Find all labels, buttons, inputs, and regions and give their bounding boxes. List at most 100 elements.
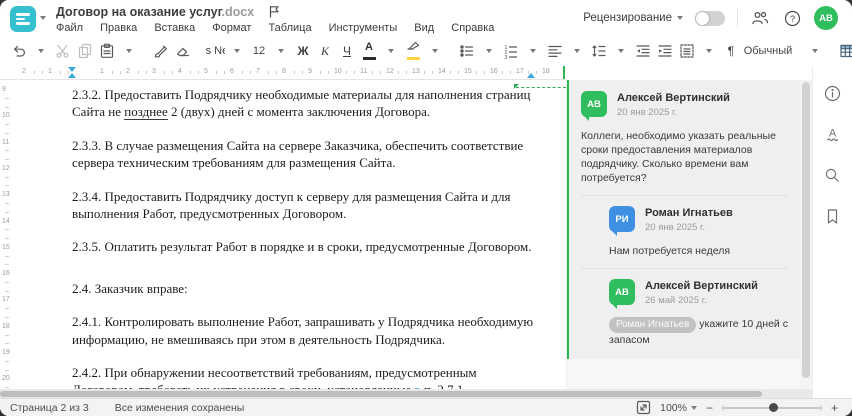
paragraph-2-3-5[interactable]: 2.3.5. Оплатить результат Работ в порядк… <box>72 238 537 255</box>
clear-style-button[interactable] <box>173 40 193 62</box>
review-mode-button[interactable]: Рецензирование <box>583 12 683 24</box>
toolbar: Times New ... 12 Ж К Ч А 123 <box>0 36 852 66</box>
page-number-label[interactable]: Страница 2 из 3 <box>10 402 89 414</box>
app-logo[interactable] <box>10 6 36 32</box>
decrease-indent-button[interactable] <box>633 40 653 62</box>
highlight-color-chevron-down-icon[interactable] <box>425 40 445 62</box>
zoom-out-button[interactable]: − <box>706 402 713 414</box>
line-spacing-chevron-down-icon[interactable] <box>611 40 631 62</box>
vertical-ruler[interactable]: 9 10 11 12 13 14 15 16 17 18 19 20 <box>0 80 15 389</box>
app-window: Договор на оказание услуг.docx Файл Прав… <box>0 0 852 416</box>
paragraph-2-3-4[interactable]: 2.3.4. Предоставить Подрядчику доступ к … <box>72 188 537 223</box>
show-paragraph-marks-button[interactable]: ¶ <box>721 40 741 62</box>
menu-item-tools[interactable]: Инструменты <box>329 22 398 34</box>
align-left-button[interactable] <box>545 40 565 62</box>
undo-button[interactable] <box>9 40 29 62</box>
fit-width-icon[interactable] <box>635 400 651 416</box>
mention-chip[interactable]: Роман Игнатьев <box>609 317 697 333</box>
zoom-slider[interactable] <box>721 403 822 412</box>
comment-reply[interactable]: РИ Роман Игнатьев 20 янв 2025 г. Нам пот… <box>609 206 788 258</box>
svg-text:?: ? <box>789 14 794 25</box>
reply-date: 20 янв 2025 г. <box>645 222 706 233</box>
paragraph-text: 2 (двух) дней с момента заключения Догов… <box>167 104 431 120</box>
comment-text: Коллеги, необходимо указать реальные сро… <box>581 130 776 184</box>
paragraph-style-chevron-down-icon[interactable] <box>805 40 825 62</box>
paragraph-borders-chevron-down-icon[interactable] <box>699 40 719 62</box>
line-spacing-button[interactable] <box>589 40 609 62</box>
menu-item-table[interactable]: Таблица <box>268 22 311 34</box>
numbered-list-button[interactable]: 123 <box>501 40 521 62</box>
vertical-scrollbar-thumb[interactable] <box>802 82 810 378</box>
cut-button[interactable] <box>53 40 73 62</box>
menu-item-help[interactable]: Справка <box>451 22 494 34</box>
document-page[interactable]: 2.3.2. Предоставить Подрядчику необходим… <box>14 80 566 389</box>
paragraph-style-select[interactable]: Обычный <box>744 40 793 62</box>
spellcheck-icon[interactable]: А <box>822 123 844 145</box>
bullet-list-chevron-down-icon[interactable] <box>479 40 499 62</box>
font-size-value: 12 <box>252 45 266 57</box>
paste-button[interactable] <box>97 40 117 62</box>
underline-button[interactable]: Ч <box>337 40 357 62</box>
paragraph-2-4-2[interactable]: 2.4.2. При обнаружении несоответствий тр… <box>72 364 537 389</box>
highlight-color-button[interactable] <box>403 40 423 62</box>
user-avatar[interactable]: АВ <box>814 6 838 30</box>
bold-button[interactable]: Ж <box>293 40 313 62</box>
menu-item-format[interactable]: Формат <box>212 22 251 34</box>
zoom-in-button[interactable]: + <box>831 402 838 414</box>
font-color-button[interactable]: А <box>359 40 379 62</box>
paragraph-borders-button[interactable] <box>677 40 697 62</box>
italic-button[interactable]: К <box>315 40 335 62</box>
document-title-extension: .docx <box>221 5 255 19</box>
about-icon[interactable] <box>822 82 844 104</box>
comment-date: 20 янв 2025 г. <box>617 107 678 118</box>
paste-chevron-down-icon[interactable] <box>119 40 139 62</box>
format-painter-button[interactable] <box>151 40 171 62</box>
menu-item-edit[interactable]: Правка <box>100 22 137 34</box>
paragraph-2-3-3[interactable]: 2.3.3. В случае размещения Сайта на серв… <box>72 137 537 172</box>
document-title: Договор на оказание услуг <box>56 5 222 19</box>
increase-indent-button[interactable] <box>655 40 675 62</box>
menu-bar: Файл Правка Вставка Формат Таблица Инстр… <box>56 22 508 34</box>
horizontal-scrollbar[interactable] <box>0 389 812 398</box>
comment-divider <box>581 268 788 269</box>
zoom-slider-thumb[interactable] <box>768 403 778 412</box>
users-icon[interactable] <box>750 8 770 28</box>
review-mode-label: Рецензирование <box>583 12 672 24</box>
comment-reply[interactable]: АВ Алексей Вертинский 26 май 2025 г. Ром… <box>609 279 788 347</box>
menu-item-insert[interactable]: Вставка <box>154 22 195 34</box>
paragraph-2-3-2[interactable]: 2.3.2. Предоставить Подрядчику необходим… <box>72 86 537 121</box>
copy-button[interactable] <box>75 40 95 62</box>
comment-anchor-text[interactable]: позднее <box>124 104 168 121</box>
font-family-chevron-down-icon[interactable] <box>227 40 247 62</box>
bookmark-icon[interactable] <box>822 205 844 227</box>
reply-text: Нам потребуется неделя <box>609 245 731 257</box>
logo-chevron-down-icon[interactable] <box>40 16 46 20</box>
font-color-chevron-down-icon[interactable] <box>381 40 401 62</box>
menu-item-view[interactable]: Вид <box>414 22 434 34</box>
review-toggle[interactable] <box>695 10 725 26</box>
horizontal-ruler[interactable]: 2 1 1 2 3 4 5 6 7 8 9 10 11 12 13 14 15 16 17 18 <box>0 66 566 80</box>
vertical-scrollbar[interactable] <box>800 80 812 389</box>
horizontal-scrollbar-thumb[interactable] <box>0 390 762 397</box>
table-button[interactable] <box>837 40 852 62</box>
numbered-list-chevron-down-icon[interactable] <box>523 40 543 62</box>
comments-panel: АВ Алексей Вертинский 20 янв 2025 г. Кол… <box>566 80 800 389</box>
font-size-select[interactable]: 12 <box>249 40 269 62</box>
menu-item-file[interactable]: Файл <box>56 22 83 34</box>
zoom-chevron-down-icon <box>690 405 697 410</box>
undo-chevron-down-icon[interactable] <box>31 40 51 62</box>
zoom-value: 100% <box>660 401 687 414</box>
font-size-chevron-down-icon[interactable] <box>271 40 291 62</box>
help-icon[interactable]: ? <box>782 8 802 28</box>
bullet-list-button[interactable] <box>457 40 477 62</box>
zoom-value-select[interactable]: 100% <box>660 402 697 414</box>
paragraph-2-4[interactable]: 2.4. Заказчик вправе: <box>72 280 537 297</box>
flag-icon[interactable] <box>268 5 280 21</box>
search-icon[interactable] <box>822 164 844 186</box>
comment-card[interactable]: АВ Алексей Вертинский 20 янв 2025 г. Кол… <box>567 80 800 359</box>
font-family-select[interactable]: Times New ... <box>205 40 225 62</box>
paragraph-2-4-1[interactable]: 2.4.1. Контролировать выполнение Работ, … <box>72 313 537 348</box>
align-chevron-down-icon[interactable] <box>567 40 587 62</box>
avatar-initials: РИ <box>615 213 629 225</box>
reply-date: 26 май 2025 г. <box>645 295 707 306</box>
